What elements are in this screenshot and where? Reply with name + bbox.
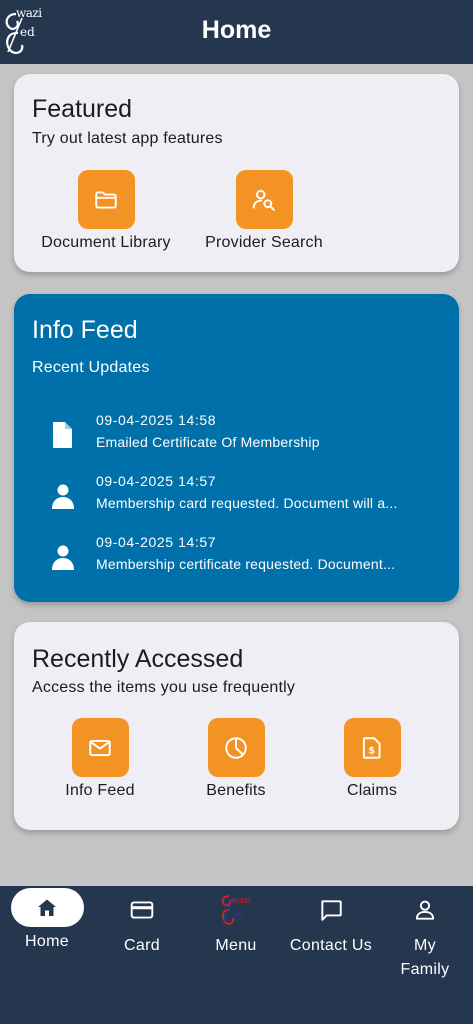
feed-item-date: 09-04-2025 14:58 xyxy=(96,412,217,428)
claims-button[interactable]: $ xyxy=(343,718,401,777)
feed-item[interactable]: 09-04-2025 14:57 Membership certificate … xyxy=(50,534,430,580)
home-icon xyxy=(38,899,56,916)
provider-search-label: Provider Search xyxy=(205,234,323,251)
nav-my-family-label: My Family xyxy=(400,937,450,978)
svg-text:wazi: wazi xyxy=(232,896,251,905)
info-feed-card[interactable]: Info Feed Recent Updates 09-04-2025 14:5… xyxy=(14,294,459,602)
nav-contact-us[interactable]: Contact Us xyxy=(284,886,378,958)
nav-home[interactable]: Home xyxy=(0,886,94,954)
nav-home-label: Home xyxy=(25,933,69,950)
person-outline-icon xyxy=(415,900,435,920)
person-icon xyxy=(52,545,74,570)
feed-item-text: Membership card requested. Document will… xyxy=(96,495,398,511)
info-feed-title: Info Feed xyxy=(32,316,138,344)
nav-contact-us-label: Contact Us xyxy=(289,937,373,954)
document-library-label: Document Library xyxy=(41,234,171,251)
provider-search-button[interactable] xyxy=(235,170,293,229)
nav-menu[interactable]: wazi ed Menu xyxy=(189,886,283,958)
claims-tile[interactable]: $ Claims xyxy=(322,718,422,800)
info-feed-label: Info Feed xyxy=(65,782,135,799)
featured-card: Featured Try out latest app features Doc… xyxy=(14,74,459,272)
benefits-label: Benefits xyxy=(206,782,266,799)
logo-icon: wazi ed xyxy=(221,894,251,925)
page-title: Home xyxy=(201,16,272,44)
pie-chart-icon xyxy=(225,736,247,759)
info-feed-tile[interactable]: Info Feed xyxy=(50,718,150,800)
feed-item-date: 09-04-2025 14:57 xyxy=(96,534,217,550)
bottom-nav: Home Card wazi ed Menu Contact Us My Fam… xyxy=(0,886,473,1024)
document-icon xyxy=(53,422,72,448)
nav-card-label: Card xyxy=(124,937,160,954)
folder-icon xyxy=(95,190,117,209)
app-header: wazi ed Home xyxy=(0,0,473,64)
info-feed-subtitle: Recent Updates xyxy=(32,359,150,376)
feed-item-text: Membership certificate requested. Docume… xyxy=(96,556,396,572)
mail-icon xyxy=(89,739,111,756)
benefits-tile[interactable]: Benefits xyxy=(186,718,286,800)
benefits-button[interactable] xyxy=(207,718,265,777)
nav-menu-label: Menu xyxy=(215,937,257,954)
user-search-icon xyxy=(252,189,275,211)
document-library-tile[interactable]: Document Library xyxy=(34,170,178,252)
feed-item-date: 09-04-2025 14:57 xyxy=(96,473,217,489)
recently-accessed-title: Recently Accessed xyxy=(32,645,244,673)
nav-home-pill[interactable] xyxy=(10,888,84,927)
feed-item[interactable]: 09-04-2025 14:57 Membership card request… xyxy=(50,473,430,519)
claims-label: Claims xyxy=(346,782,398,799)
svg-text:$: $ xyxy=(368,745,375,756)
provider-search-tile[interactable]: Provider Search xyxy=(192,170,336,252)
nav-my-family[interactable]: My Family xyxy=(378,886,472,982)
chat-icon xyxy=(321,899,342,921)
recently-accessed-subtitle: Access the items you use frequently xyxy=(32,679,296,696)
featured-subtitle: Try out latest app features xyxy=(32,130,223,147)
info-feed-button[interactable] xyxy=(71,718,129,777)
feed-item[interactable]: 09-04-2025 14:58 Emailed Certificate Of … xyxy=(50,412,430,458)
svg-text:ed: ed xyxy=(233,910,243,919)
invoice-icon: $ xyxy=(362,736,381,759)
person-icon xyxy=(52,484,74,509)
recently-accessed-card: Recently Accessed Access the items you u… xyxy=(14,622,459,830)
card-icon xyxy=(130,900,154,919)
feed-item-text: Emailed Certificate Of Membership xyxy=(96,434,320,450)
nav-card[interactable]: Card xyxy=(95,886,189,958)
featured-title: Featured xyxy=(32,95,133,123)
document-library-button[interactable] xyxy=(77,170,135,229)
